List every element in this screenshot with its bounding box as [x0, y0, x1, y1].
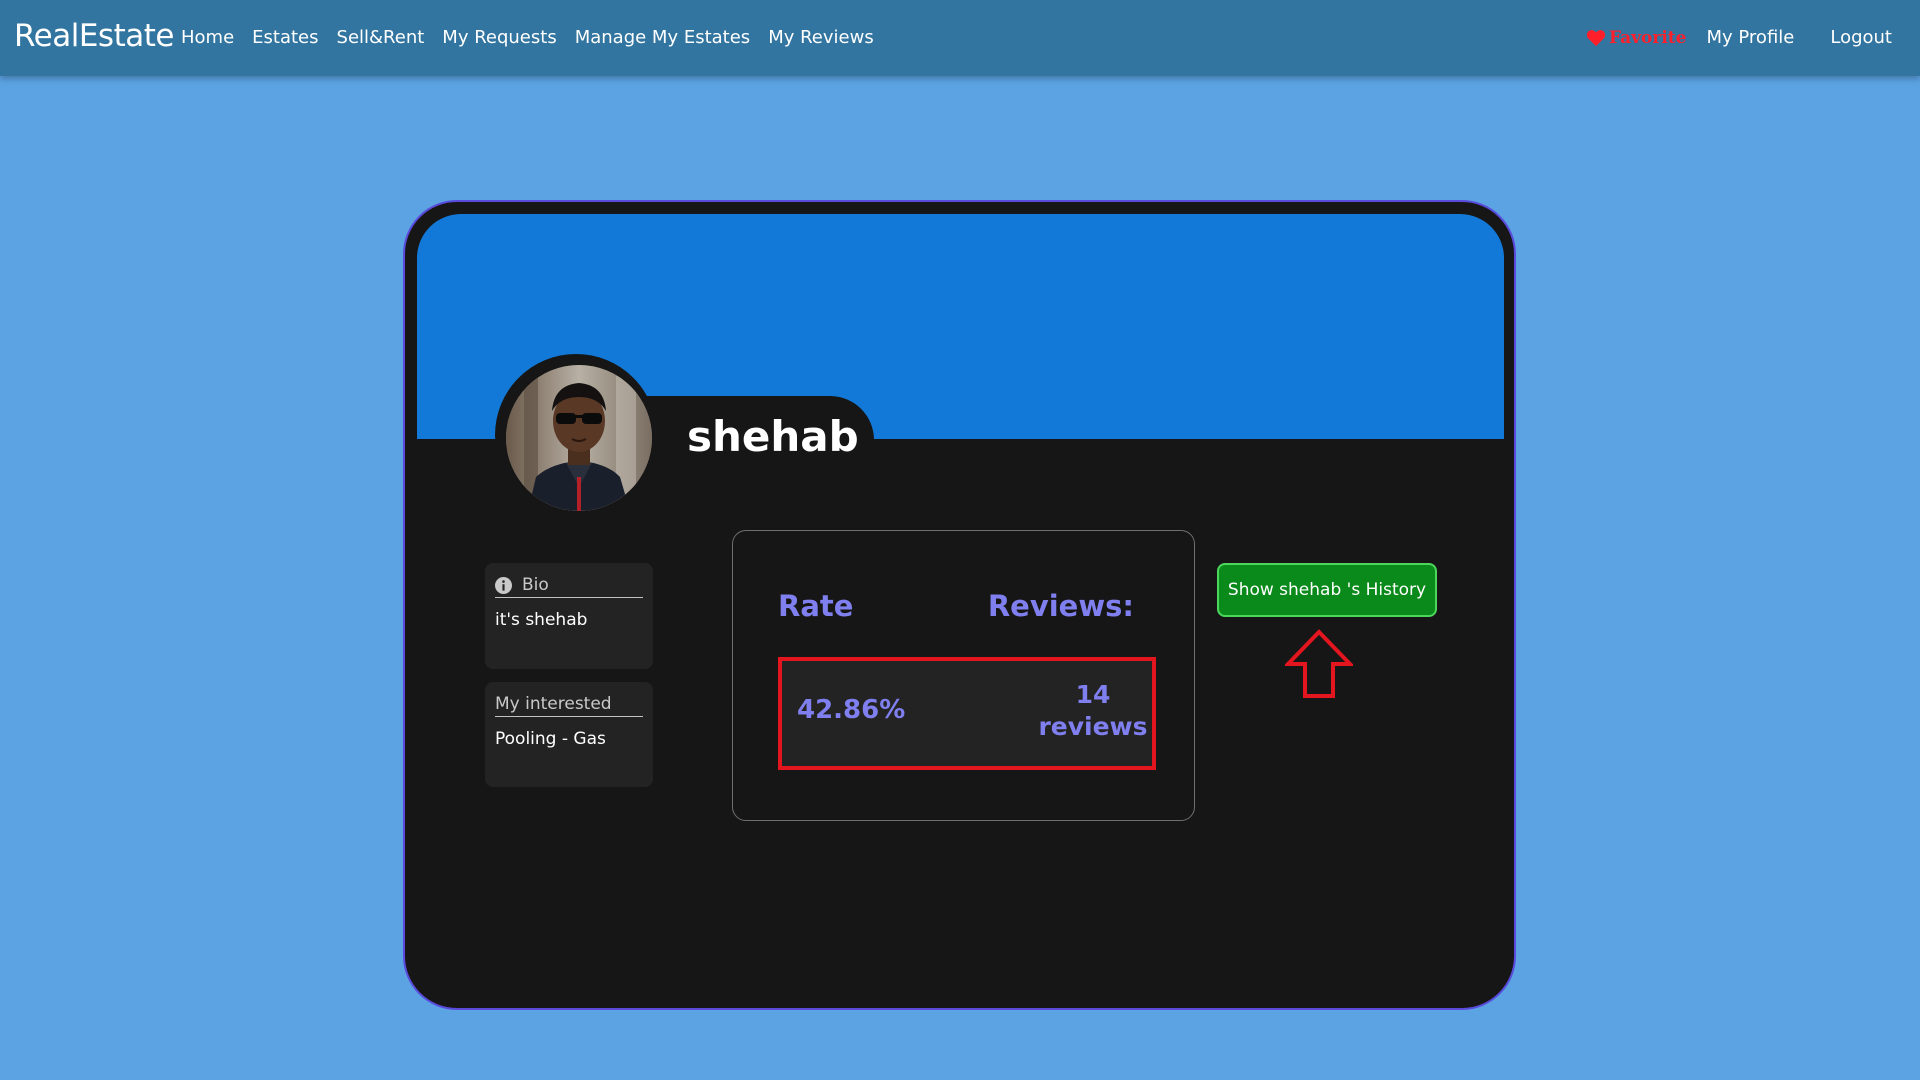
avatar [506, 365, 652, 511]
interest-label: My interested [495, 694, 612, 714]
profile-username: shehab [687, 412, 859, 461]
nav-link-my-reviews[interactable]: My Reviews [768, 27, 874, 48]
rate-value: 42.86% [797, 695, 906, 725]
reviews-count: 14 reviews [1038, 679, 1148, 743]
show-history-button[interactable]: Show shehab 's History [1217, 563, 1437, 617]
interest-box: My interested Pooling - Gas [485, 682, 653, 787]
nav-links: Home Estates Sell&Rent My Requests Manag… [181, 27, 892, 48]
rate-label: Rate [778, 589, 854, 623]
arrow-up-outline-icon [1285, 629, 1353, 698]
info-icon [495, 576, 512, 594]
profile-card: shehab Bio it's shehab My interested Poo… [403, 200, 1516, 1010]
reviews-count-number: 14 [1075, 680, 1111, 709]
bio-label: Bio [522, 575, 549, 595]
top-navbar: RealEstate Home Estates Sell&Rent My Req… [0, 0, 1920, 76]
nav-right-group: Favorite My Profile Logout [1586, 27, 1892, 48]
nav-link-manage-my-estates[interactable]: Manage My Estates [575, 27, 750, 48]
nav-link-estates[interactable]: Estates [252, 27, 318, 48]
brand-logo[interactable]: RealEstate [14, 18, 174, 54]
nav-link-home[interactable]: Home [181, 27, 234, 48]
bio-value: it's shehab [495, 610, 588, 630]
my-profile-link[interactable]: My Profile [1706, 27, 1794, 48]
rating-values-highlight: 42.86% 14 reviews [778, 657, 1156, 770]
nav-link-sell-rent[interactable]: Sell&Rent [337, 27, 425, 48]
interest-header: My interested [495, 694, 643, 717]
nav-link-my-requests[interactable]: My Requests [442, 27, 556, 48]
logout-link[interactable]: Logout [1830, 27, 1892, 48]
reviews-count-unit: reviews [1038, 712, 1148, 741]
reviews-label: Reviews: [987, 589, 1134, 623]
heart-icon [1586, 29, 1606, 46]
favorite-link[interactable]: Favorite [1586, 28, 1686, 48]
rating-panel: Rate Reviews: 42.86% 14 reviews [732, 530, 1195, 821]
bio-box: Bio it's shehab [485, 563, 653, 669]
avatar-photo [506, 365, 652, 511]
bio-header: Bio [495, 575, 643, 598]
interest-value: Pooling - Gas [495, 729, 606, 749]
favorite-label: Favorite [1609, 27, 1687, 48]
